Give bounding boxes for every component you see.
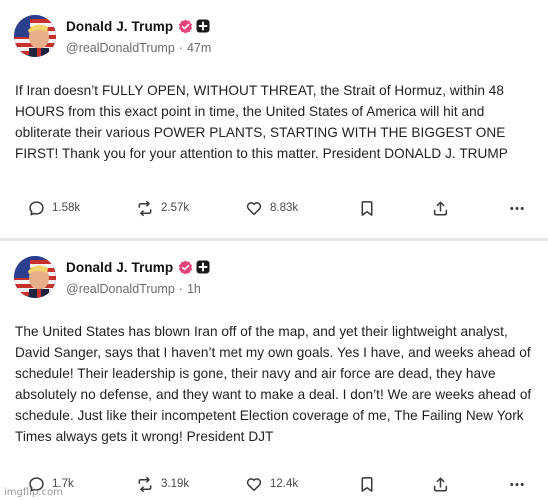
author-avatar[interactable] <box>14 15 56 57</box>
verified-badge-icon <box>179 260 193 274</box>
share-button[interactable] <box>432 198 449 218</box>
author-avatar[interactable] <box>14 256 56 298</box>
separator-dot: · <box>178 282 183 296</box>
post-2[interactable]: Donald J. Trump @realDonaldTrump · 1h Th… <box>0 241 548 500</box>
retruth-button[interactable]: 3.19k <box>136 474 189 494</box>
repost-arrows-icon <box>138 476 152 492</box>
separator-dot: · <box>178 41 183 55</box>
post-time[interactable]: 47m <box>187 41 211 55</box>
plus-badge-icon <box>196 260 210 274</box>
verified-badge-icon <box>179 19 193 33</box>
retruth-count: 2.57k <box>161 202 190 214</box>
author-handle[interactable]: @realDonaldTrump <box>66 282 175 296</box>
avatar-flag-portrait-icon <box>14 256 56 298</box>
post-header: Donald J. Trump @realDonaldTrump · 47m <box>66 16 211 60</box>
post-body: If Iran doesn’t FULLY OPEN, WITHOUT THRE… <box>15 83 508 161</box>
more-options-button[interactable] <box>508 198 526 218</box>
more-options-button[interactable] <box>508 474 526 494</box>
like-button[interactable]: 12.4k <box>245 474 298 494</box>
reply-count: 1.58k <box>52 202 81 214</box>
post-body: The United States has blown Iran off of … <box>15 324 532 444</box>
bookmark-button[interactable] <box>359 198 375 218</box>
bookmark-button[interactable] <box>359 474 375 494</box>
speech-bubble-icon <box>29 200 44 215</box>
bookmark-icon <box>361 476 373 492</box>
post-time[interactable]: 1h <box>187 282 201 296</box>
post-1[interactable]: Donald J. Trump @realDonaldTrump · 47m I… <box>0 0 548 238</box>
author-name[interactable]: Donald J. Trump <box>66 260 173 275</box>
author-name[interactable]: Donald J. Trump <box>66 19 173 34</box>
share-upload-icon <box>433 201 448 215</box>
reply-button[interactable]: 1.58k <box>28 198 80 218</box>
more-dots-icon <box>510 482 524 486</box>
repost-arrows-icon <box>138 200 152 216</box>
heart-icon <box>246 201 262 215</box>
author-handle[interactable]: @realDonaldTrump <box>66 41 175 55</box>
bookmark-icon <box>361 200 373 216</box>
share-upload-icon <box>433 477 448 491</box>
post-actions: 1.58k 2.57k 8.83k <box>0 198 548 218</box>
imgflip-watermark: imgflip.com <box>4 487 63 498</box>
post-header: Donald J. Trump @realDonaldTrump · 1h <box>66 257 210 301</box>
retruth-count: 3.19k <box>161 478 190 490</box>
share-button[interactable] <box>432 474 449 494</box>
like-count: 8.83k <box>270 202 299 214</box>
retruth-button[interactable]: 2.57k <box>136 198 189 218</box>
heart-icon <box>246 477 262 491</box>
plus-badge-icon <box>196 19 210 33</box>
more-dots-icon <box>510 206 524 210</box>
like-button[interactable]: 8.83k <box>245 198 298 218</box>
like-count: 12.4k <box>270 478 299 490</box>
avatar-flag-portrait-icon <box>14 15 56 57</box>
post-actions: 1.7k 3.19k 12.4k <box>0 474 548 494</box>
